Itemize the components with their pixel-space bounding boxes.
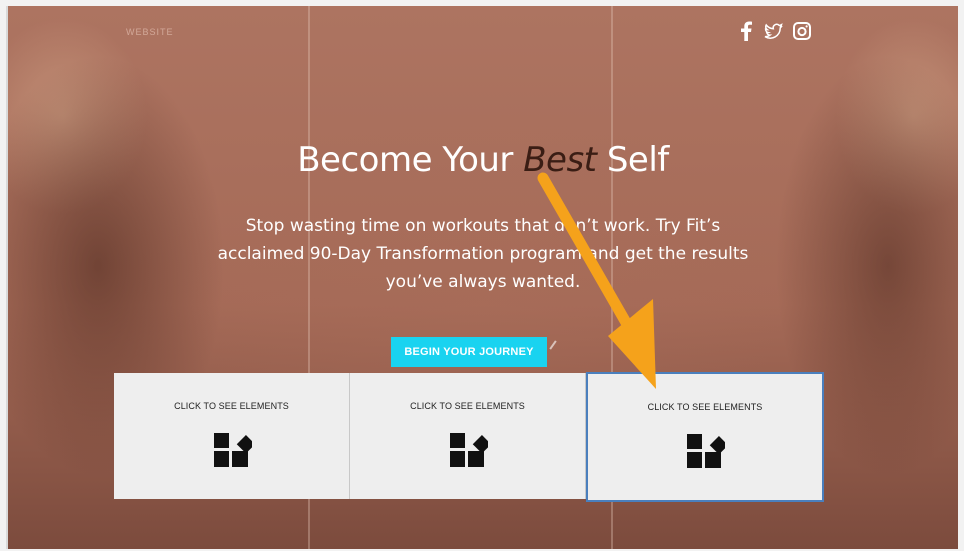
elements-card[interactable]: CLICK TO SEE ELEMENTS [114, 373, 350, 499]
elements-icon [213, 433, 252, 467]
card-label: CLICK TO SEE ELEMENTS [410, 401, 525, 411]
social-icons [736, 20, 812, 42]
facebook-icon[interactable] [736, 20, 756, 42]
subtitle-line: acclaimed 90-Day Transformation program … [217, 244, 749, 264]
elements-icon [449, 433, 488, 467]
twitter-icon[interactable] [764, 20, 784, 42]
begin-journey-button[interactable]: BEGIN YOUR JOURNEY [391, 337, 547, 367]
site-logo[interactable]: WEBSITE [126, 27, 174, 37]
card-label: CLICK TO SEE ELEMENTS [647, 402, 763, 412]
website-preview: WEBSITE Become Your Best Self Stop wasti… [6, 6, 958, 549]
subtitle-line: you’ve always wanted. [385, 272, 581, 292]
elements-card-selected[interactable]: CLICK TO SEE ELEMENTS [586, 372, 824, 502]
hero-headline: Become Your Best Self [297, 140, 669, 180]
hero-subtitle: Stop wasting time on workouts that don’t… [178, 212, 788, 296]
subtitle-line: Stop wasting time on workouts that don’t… [245, 216, 721, 236]
card-label: CLICK TO SEE ELEMENTS [174, 401, 289, 411]
instagram-icon[interactable] [792, 20, 812, 42]
elements-icon [687, 434, 725, 468]
elements-card-row: CLICK TO SEE ELEMENTS CLICK TO SEE ELEME… [114, 372, 824, 502]
elements-card[interactable]: CLICK TO SEE ELEMENTS [350, 373, 586, 499]
